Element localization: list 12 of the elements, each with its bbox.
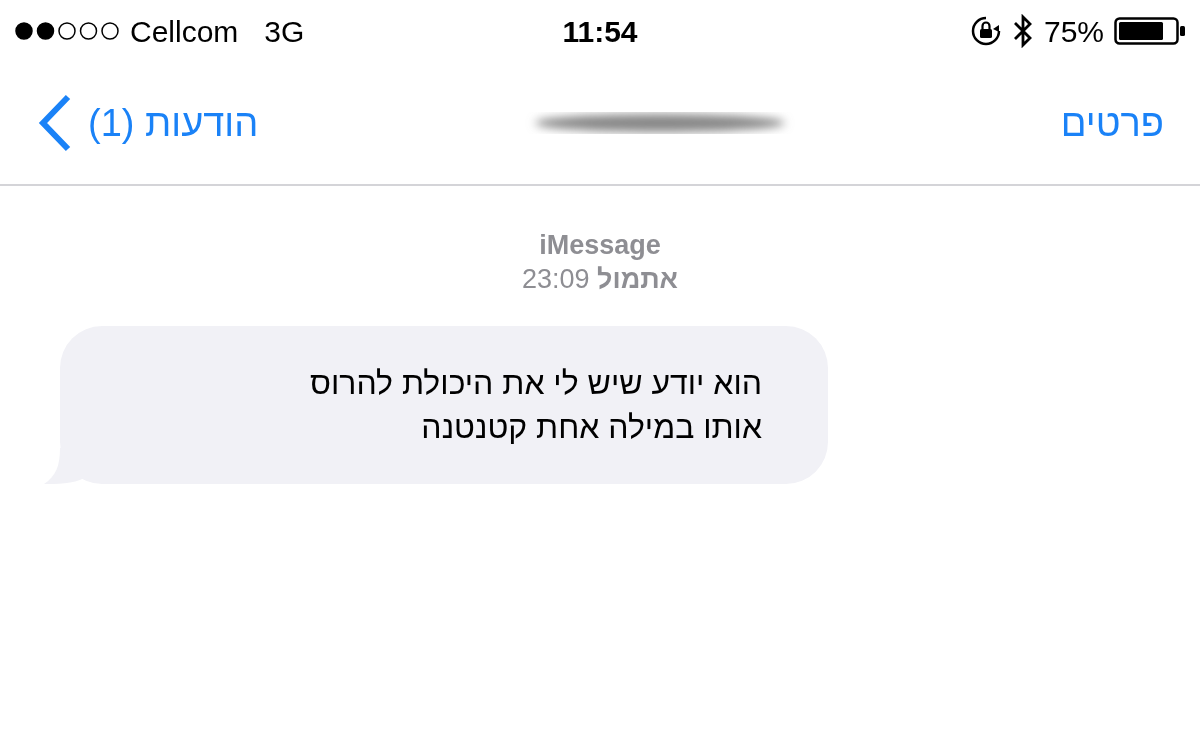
back-button[interactable]: הודעות (1): [36, 93, 259, 153]
signal-icon: [14, 21, 122, 41]
details-button[interactable]: פרטים: [1060, 94, 1164, 152]
service-label: iMessage: [539, 229, 661, 262]
clock: 11:54: [562, 13, 638, 50]
message-text: הוא יודע שיש לי את היכולת להרוס אותו במילה אחת קטנטנה: [310, 364, 762, 447]
network-type: 3G: [264, 13, 305, 50]
rotation-lock-icon: [969, 15, 1002, 47]
battery-icon: [1114, 17, 1186, 45]
battery-percentage: 75%: [1043, 13, 1104, 50]
bluetooth-icon: [1011, 14, 1034, 48]
carrier-name: Cellcom: [130, 13, 239, 50]
